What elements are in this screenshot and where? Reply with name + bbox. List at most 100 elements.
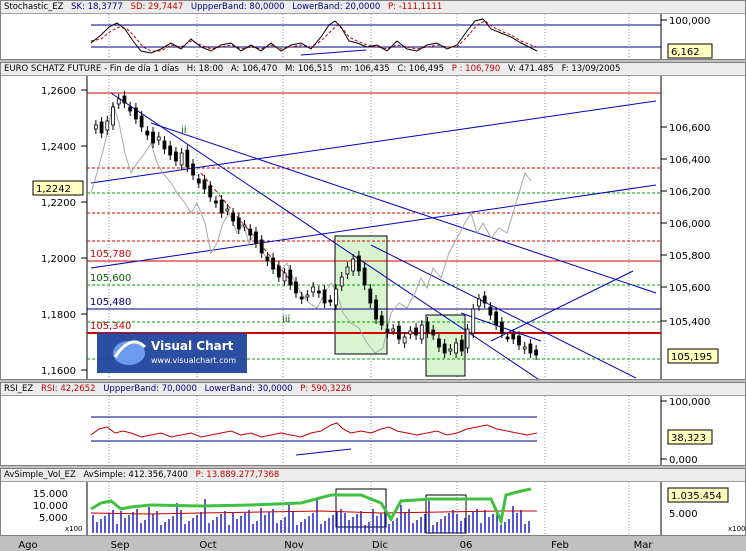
candle-body	[259, 239, 264, 254]
candle-body	[414, 327, 418, 336]
right-tick-1: 106,400	[669, 155, 710, 166]
x-axis-label-0: Ago	[18, 540, 37, 551]
candle-body	[505, 336, 510, 340]
vol-current-value: 1.035.454	[671, 491, 722, 502]
candle-body	[236, 217, 241, 230]
candle-body	[191, 163, 195, 176]
right-tick-5: 105,600	[669, 283, 710, 294]
candle-body	[471, 308, 476, 334]
vol-left-tick-10000: 10.000	[33, 501, 68, 512]
logo-url: www.visualchart.com	[151, 356, 236, 365]
stoch-current-value: 6,162	[671, 47, 700, 58]
level-label-105480: 105,480	[90, 297, 131, 308]
candlesticks	[93, 91, 539, 360]
trendline-descending-3	[370, 244, 637, 379]
stochastic-panel: Stochastic_EZ SK: 18,3777 SD: 29,7447 Up…	[0, 0, 746, 60]
candle-body	[328, 299, 333, 303]
candle-body	[402, 336, 407, 344]
candle-body	[254, 231, 258, 244]
candle-body	[534, 349, 539, 356]
vol-red-line	[90, 510, 537, 515]
candle-body	[351, 258, 356, 272]
candle-body	[93, 124, 98, 130]
candle-body	[454, 342, 458, 354]
trendline-upper	[90, 100, 657, 184]
candle-body	[99, 121, 104, 134]
candle-body	[316, 290, 321, 294]
level-label-105600: 105,600	[90, 273, 131, 284]
vol-right-multiplier: x100	[728, 525, 746, 533]
right-tick-6: 105,400	[669, 317, 710, 328]
candle-body	[465, 328, 470, 349]
x-axis-label-1: Sep	[111, 540, 130, 551]
candle-body	[459, 339, 464, 352]
rsi-divergence-line	[295, 448, 352, 456]
candle-body	[242, 224, 247, 228]
x-axis-label-7: Mar	[634, 540, 654, 551]
candle-body	[522, 346, 527, 350]
highlight-box-1	[334, 235, 388, 355]
candle-body	[368, 288, 373, 304]
candle-body	[122, 95, 127, 104]
right-tick-3: 106,000	[669, 219, 710, 230]
x-axis-label-4: Dic	[372, 540, 388, 551]
left-tick-3: 1,2000	[41, 254, 76, 265]
candle-body	[128, 106, 133, 112]
x-axis-label-6: Feb	[551, 540, 569, 551]
wave-label-ii: ii	[181, 125, 187, 136]
level-label-105340: 105,340	[90, 321, 131, 332]
candle-body	[334, 288, 338, 306]
candle-body	[385, 328, 390, 334]
candle-body	[185, 149, 190, 168]
left-tick-0: 1,2600	[41, 86, 76, 97]
rsi-panel: RSI_EZ RSI: 42,2652 UppperBand: 70,0000 …	[0, 382, 746, 466]
candle-body	[111, 106, 115, 126]
x-axis-label-3: Nov	[284, 540, 304, 551]
candle-body	[322, 289, 327, 304]
rsi-plot: 100,000 0,000 38,323	[90, 396, 713, 465]
vol-left-tick-5000: 5.000	[39, 513, 68, 524]
wave-label-iii: iii	[282, 314, 290, 325]
candle-body	[431, 329, 436, 336]
candle-body	[419, 324, 424, 340]
candle-body	[271, 257, 276, 270]
candle-body	[391, 328, 396, 332]
left-current-value: 1,2242	[36, 184, 71, 195]
candle-body	[345, 266, 350, 275]
left-tick-1: 1,2400	[41, 142, 76, 153]
rsi-current-value: 38,323	[671, 433, 706, 444]
candle-body	[248, 228, 253, 236]
candle-body	[511, 333, 516, 340]
stoch-divergence-line	[300, 49, 367, 56]
volume-panel: AvSimple_Vol_EZ AvSimple: 412.356,7400 P…	[0, 468, 746, 536]
candle-body	[219, 199, 224, 214]
candle-body	[408, 330, 413, 335]
candle-body	[299, 296, 304, 300]
candle-body	[168, 145, 173, 156]
candle-body	[442, 343, 447, 354]
candle-body	[202, 179, 207, 190]
left-tick-5: 1,1600	[41, 366, 76, 377]
right-tick-4: 105,800	[669, 251, 710, 262]
candle-body	[305, 294, 310, 298]
candle-body	[494, 311, 499, 326]
candle-body	[145, 130, 150, 136]
candle-body	[288, 269, 293, 286]
visualchart-logo: Visual Chart www.visualchart.com	[97, 333, 247, 373]
stoch-sk-line	[90, 18, 538, 54]
candle-body	[499, 321, 504, 334]
stoch-tick-100: 100,000	[669, 16, 710, 27]
candle-body	[339, 276, 344, 287]
candle-body	[448, 348, 453, 352]
candle-body	[482, 295, 487, 304]
candle-body	[196, 178, 201, 184]
candle-body	[397, 325, 401, 340]
candle-body	[139, 115, 144, 128]
right-tick-2: 106,200	[669, 187, 710, 198]
candle-body	[151, 131, 155, 144]
vol-highlight-2	[425, 494, 467, 534]
x-axis-label-5: 06	[460, 540, 473, 551]
candle-body	[356, 255, 361, 272]
candle-body	[362, 267, 367, 286]
candle-body	[311, 286, 316, 293]
